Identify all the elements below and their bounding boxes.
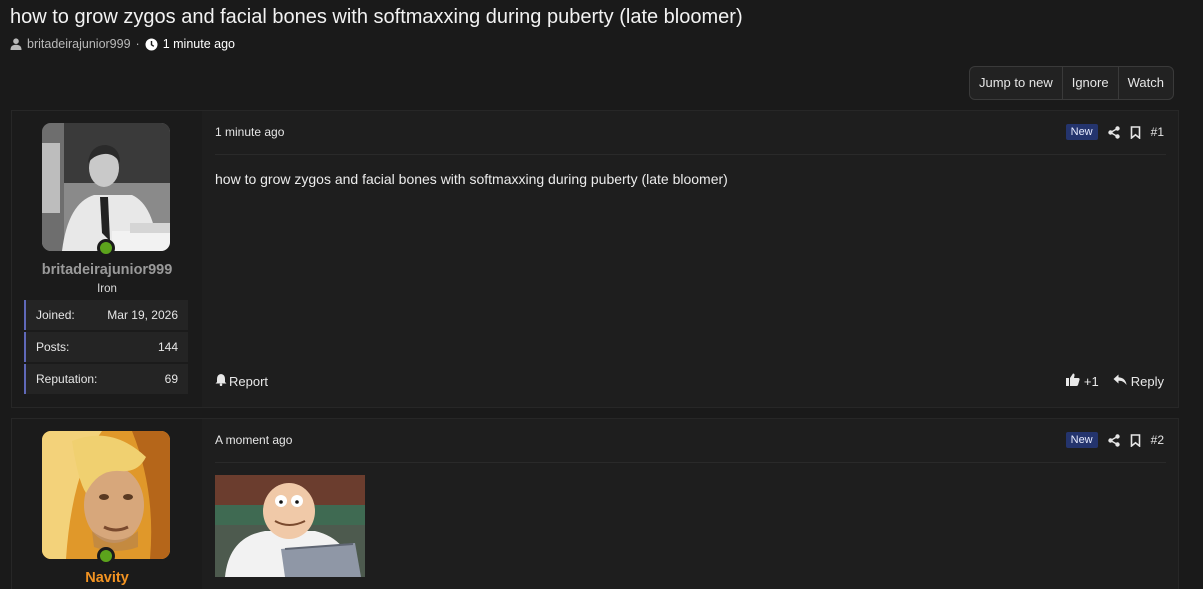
- stat-posts: Posts: 144: [24, 332, 188, 362]
- stat-label: Joined:: [36, 308, 75, 322]
- report-button[interactable]: Report: [215, 373, 268, 389]
- online-status-indicator: [97, 239, 115, 257]
- post-2: Navity A moment ago New #2: [11, 418, 1179, 589]
- ignore-button[interactable]: Ignore: [1063, 67, 1119, 99]
- stat-label: Posts:: [36, 340, 70, 354]
- bell-icon: [215, 373, 227, 389]
- stat-reputation: Reputation: 69: [24, 364, 188, 394]
- clock-icon: [145, 38, 158, 51]
- report-label: Report: [229, 373, 269, 389]
- post-footer: Report +1 Reply: [215, 373, 1164, 391]
- avatar[interactable]: [42, 123, 170, 251]
- post-author-username[interactable]: Navity: [12, 570, 202, 586]
- post-date[interactable]: A moment ago: [215, 433, 292, 447]
- jump-to-new-button[interactable]: Jump to new: [970, 67, 1063, 99]
- reply-button[interactable]: Reply: [1113, 374, 1164, 389]
- post-actions: +1 Reply: [1065, 373, 1164, 389]
- thread-meta: britadeirajunior999 · 1 minute ago: [10, 37, 235, 51]
- post-body-text: how to grow zygos and facial bones with …: [215, 171, 728, 187]
- online-status-indicator: [97, 547, 115, 565]
- thread-title: how to grow zygos and facial bones with …: [10, 6, 743, 28]
- user-column: Navity: [12, 419, 202, 589]
- share-icon[interactable]: [1107, 433, 1120, 447]
- post-gif-image[interactable]: [215, 475, 365, 577]
- thread-author-link[interactable]: britadeirajunior999: [27, 37, 131, 51]
- new-badge: New: [1065, 432, 1098, 448]
- bookmark-icon[interactable]: [1130, 125, 1141, 139]
- stat-value: 69: [164, 372, 178, 386]
- post-header: 1 minute ago New #1: [215, 124, 1164, 141]
- stat-value[interactable]: 144: [158, 340, 178, 354]
- stat-label: Reputation:: [36, 372, 98, 386]
- post-header: A moment ago New #2: [215, 432, 1164, 449]
- bookmark-icon[interactable]: [1130, 433, 1141, 447]
- reply-arrow-icon: [1113, 374, 1127, 389]
- post-tools: New #2: [1065, 432, 1164, 448]
- post-1: britadeirajunior999 Iron Joined: Mar 19,…: [11, 110, 1179, 408]
- thumbs-up-icon: [1065, 373, 1080, 389]
- stat-joined: Joined: Mar 19, 2026: [24, 300, 188, 330]
- thread-time[interactable]: 1 minute ago: [163, 37, 235, 51]
- watch-button[interactable]: Watch: [1119, 67, 1173, 99]
- share-icon[interactable]: [1107, 125, 1120, 139]
- post-divider: [215, 154, 1166, 155]
- thread-action-buttons: Jump to new Ignore Watch: [969, 66, 1174, 100]
- user-column: britadeirajunior999 Iron Joined: Mar 19,…: [12, 111, 202, 407]
- post-author-username[interactable]: britadeirajunior999: [12, 262, 202, 278]
- post-date[interactable]: 1 minute ago: [215, 125, 284, 139]
- post-number-link[interactable]: #2: [1151, 433, 1164, 447]
- new-badge: New: [1065, 124, 1098, 140]
- reply-label: Reply: [1130, 373, 1164, 389]
- post-tools: New #1: [1065, 124, 1164, 140]
- like-count: +1: [1083, 373, 1099, 389]
- post-divider: [215, 462, 1166, 463]
- user-rank-title: Iron: [97, 283, 117, 295]
- user-icon: [10, 38, 22, 50]
- avatar[interactable]: [42, 431, 170, 559]
- stat-value: Mar 19, 2026: [107, 308, 178, 322]
- meta-separator: ·: [135, 37, 140, 51]
- post-number-link[interactable]: #1: [1151, 125, 1164, 139]
- like-button[interactable]: +1: [1065, 373, 1099, 389]
